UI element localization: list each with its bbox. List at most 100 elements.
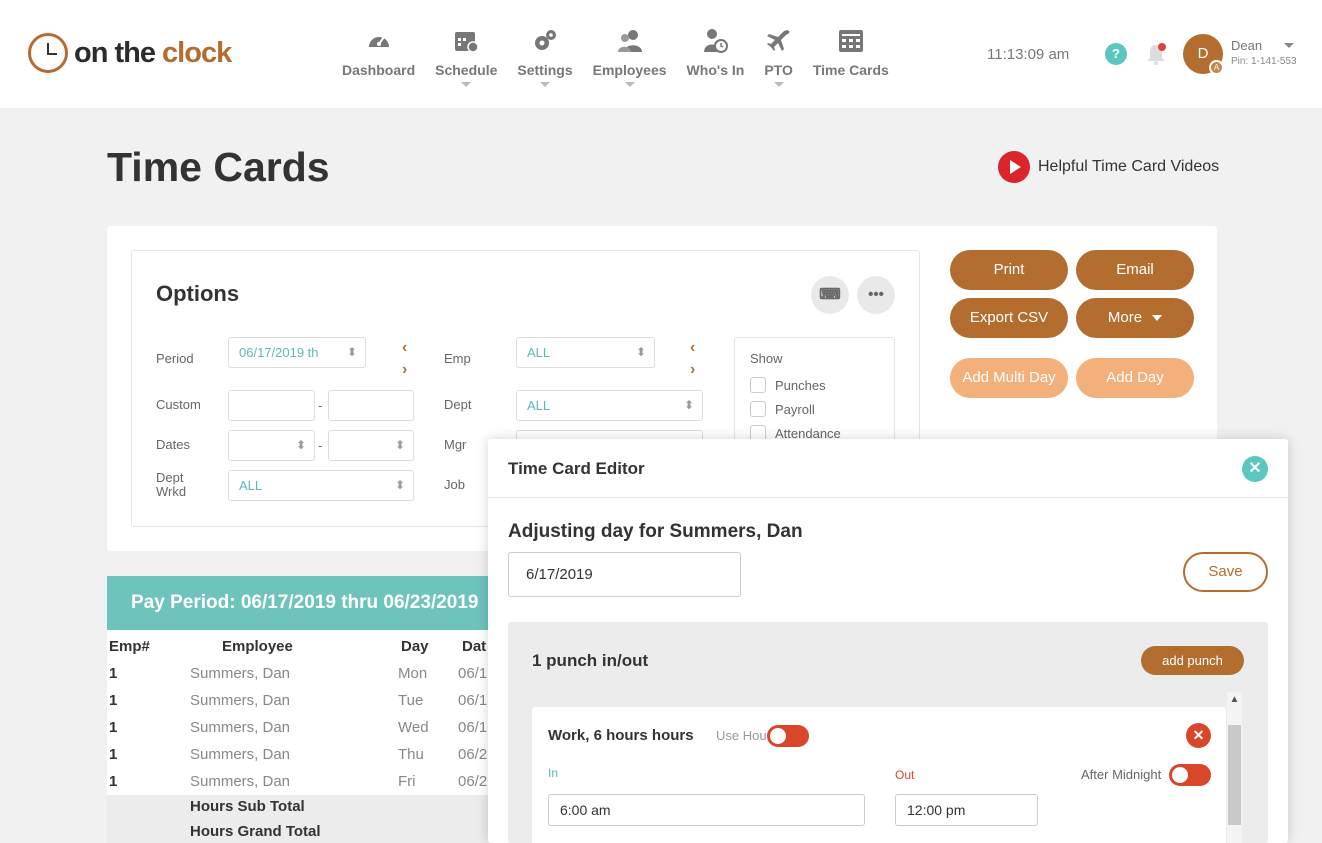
out-label: Out <box>895 768 915 782</box>
nav-label: Dashboard <box>342 62 416 78</box>
dashboard-icon <box>368 36 389 47</box>
more-options-icon[interactable]: ••• <box>857 276 895 314</box>
emp-label: Emp <box>444 351 471 366</box>
dates-start-select[interactable] <box>228 430 315 461</box>
after-midnight-toggle[interactable] <box>1169 764 1211 786</box>
chevron-left-icon[interactable]: ‹ <box>690 340 695 356</box>
punch-title: Work, 6 hours hours <box>548 727 694 744</box>
email-button[interactable]: Email <box>1076 250 1194 290</box>
table-cell-employee[interactable]: Summers, Dan <box>190 719 290 736</box>
help-icon[interactable]: ? <box>1105 43 1127 65</box>
chevron-right-icon[interactable]: › <box>690 362 695 378</box>
current-time: 11:13:09 am <box>987 46 1070 63</box>
checkbox[interactable] <box>750 377 766 393</box>
nav-dashboard[interactable]: Dashboard <box>342 28 415 78</box>
save-button[interactable]: Save <box>1183 552 1268 592</box>
scrollbar[interactable]: ▲ <box>1227 692 1242 843</box>
table-cell-employee[interactable]: Summers, Dan <box>190 773 290 790</box>
chevron-up-icon[interactable]: ▲ <box>1227 692 1242 707</box>
nav-time-cards[interactable]: Time Cards <box>813 28 889 78</box>
help-videos-link[interactable]: Helpful Time Card Videos <box>998 151 1219 183</box>
period-label: Period <box>156 351 194 366</box>
top-bar: on the clock Dashboard Schedule Settings… <box>0 0 1322 108</box>
users-icon <box>617 30 642 52</box>
column-header[interactable]: Employee <box>222 638 293 655</box>
after-midnight-label: After Midnight <box>1081 767 1162 782</box>
punch-entry: Work, 6 hours hours Use Hours ✕ In Out A… <box>532 707 1226 843</box>
show-payroll[interactable]: Payroll <box>750 401 815 417</box>
nav-label: Employees <box>592 62 667 78</box>
user-name[interactable]: Dean <box>1231 38 1262 53</box>
punch-count: 1 punch in/out <box>532 651 649 670</box>
options-title: Options <box>156 281 240 306</box>
out-time-input[interactable]: 12:00 pm <box>895 794 1038 826</box>
checkbox-label: Payroll <box>775 401 815 417</box>
keyboard-icon[interactable]: ⌨ <box>811 276 849 314</box>
dates-label: Dates <box>156 437 190 452</box>
clock-logo-icon <box>28 33 68 73</box>
notification-dot <box>1158 43 1166 51</box>
print-button[interactable]: Print <box>950 250 1068 290</box>
emp-select[interactable]: ALL <box>516 337 655 368</box>
checkbox[interactable] <box>750 401 766 417</box>
export-csv-button[interactable]: Export CSV <box>950 298 1068 338</box>
nav-pto[interactable]: PTO <box>764 28 793 87</box>
table-cell-employee[interactable]: Summers, Dan <box>190 746 290 763</box>
timecard-icon <box>838 30 863 52</box>
date-field[interactable]: 6/17/2019 <box>508 552 741 597</box>
gears-icon <box>534 30 556 50</box>
table-cell-emp: 1 <box>109 719 118 736</box>
nav-label: Settings <box>517 62 573 78</box>
in-time-input[interactable]: 6:00 am <box>548 794 865 826</box>
column-header[interactable]: Emp# <box>109 638 150 655</box>
more-button[interactable]: More <box>1076 298 1194 338</box>
column-header[interactable]: Dat <box>462 638 486 655</box>
remove-punch-icon[interactable]: ✕ <box>1186 723 1211 748</box>
period-select[interactable]: 06/17/2019 th <box>228 337 366 368</box>
dept-wrkd-select[interactable]: ALL <box>228 470 414 501</box>
table-cell-emp: 1 <box>109 692 118 709</box>
play-icon <box>998 151 1030 183</box>
close-icon[interactable]: ✕ <box>1242 456 1268 482</box>
table-cell-day: Mon <box>398 665 428 682</box>
range-dash: - <box>318 438 323 453</box>
brand-logo[interactable]: on the clock <box>28 33 232 73</box>
show-punches[interactable]: Punches <box>750 377 826 393</box>
chevron-down-icon[interactable] <box>1284 43 1294 48</box>
nav-label: PTO <box>764 62 793 78</box>
column-header[interactable]: Day <box>401 638 429 655</box>
add-multi-day-button[interactable]: Add Multi Day <box>950 358 1068 398</box>
pay-period-table: Emp# Employee Day Dat 1 Summers, Dan Mon… <box>107 630 507 843</box>
dates-end-select[interactable] <box>328 430 414 461</box>
table-cell-day: Tue <box>398 692 424 709</box>
dept-select[interactable]: ALL <box>516 390 703 421</box>
mgr-label: Mgr <box>444 437 467 452</box>
table-cell-employee[interactable]: Summers, Dan <box>190 665 290 682</box>
punch-panel: 1 punch in/out add punch ▲ Work, 6 hours… <box>508 622 1268 843</box>
job-label: Job <box>444 477 465 492</box>
add-day-button[interactable]: Add Day <box>1076 358 1194 398</box>
nav-schedule[interactable]: Schedule <box>435 28 498 87</box>
calendar-icon <box>455 32 479 53</box>
chevron-left-icon[interactable]: ‹ <box>402 340 407 356</box>
nav-label: Schedule <box>435 62 498 78</box>
main-nav: Dashboard Schedule Settings Employees Wh… <box>332 28 899 87</box>
table-cell-day: Fri <box>398 773 416 790</box>
help-videos-label: Helpful Time Card Videos <box>1038 158 1220 175</box>
nav-settings[interactable]: Settings <box>517 28 573 87</box>
dept-label: Dept <box>444 397 472 412</box>
nav-employees[interactable]: Employees <box>592 28 667 87</box>
add-punch-button[interactable]: add punch <box>1141 646 1244 675</box>
table-cell-date: 06/1 <box>458 719 488 736</box>
scrollbar-thumb[interactable] <box>1228 725 1241 825</box>
time-card-editor-modal: Time Card Editor ✕ Adjusting day for Sum… <box>488 439 1288 843</box>
chevron-right-icon[interactable]: › <box>402 362 407 378</box>
use-hours-toggle[interactable] <box>767 725 809 747</box>
table-cell-employee[interactable]: Summers, Dan <box>190 692 290 709</box>
custom-start-input[interactable] <box>228 390 315 421</box>
table-cell-emp: 1 <box>109 665 118 682</box>
chevron-down-icon <box>539 82 550 87</box>
nav-whos-in[interactable]: Who's In <box>687 28 744 78</box>
more-label: More <box>1107 309 1143 326</box>
custom-end-input[interactable] <box>328 390 414 421</box>
